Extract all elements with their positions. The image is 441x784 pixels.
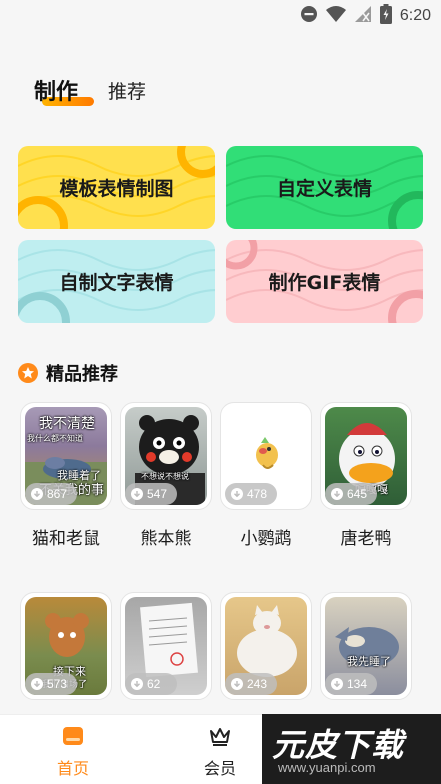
recommend-item[interactable]: 嘎嘎嘎 645 唐老鸭	[320, 402, 412, 549]
watermark: 元皮下载 www.yuanpi.com	[262, 714, 441, 784]
download-count-badge: 573	[25, 673, 77, 695]
crown-icon	[208, 728, 232, 751]
download-count: 134	[347, 677, 368, 691]
download-icon	[331, 678, 343, 690]
download-count-badge: 547	[125, 483, 177, 505]
section-header: 精品推荐	[18, 360, 118, 386]
text-meme-label: 自制文字表情	[59, 272, 174, 294]
item-name: 小鹦鹉	[240, 529, 292, 549]
item-name: 猫和老鼠	[32, 529, 100, 549]
item-thumbnail[interactable]: 62	[120, 592, 212, 700]
download-icon	[31, 678, 43, 690]
status-time: 6:20	[399, 7, 431, 24]
download-icon	[131, 678, 143, 690]
item-thumbnail[interactable]: 我先睡了 134	[320, 592, 412, 700]
item-thumbnail[interactable]: 243	[220, 592, 312, 700]
item-thumbnail[interactable]: 我不清楚 我什么都不知道 我睡着了 不关我的事 867	[20, 402, 112, 510]
meme-caption: 我不清楚	[39, 416, 95, 432]
section-title: 精品推荐	[46, 364, 118, 385]
status-bar: 6:20	[0, 0, 441, 32]
meme-caption: 我先睡了	[347, 655, 391, 668]
tab-recommend[interactable]: 推荐	[108, 77, 146, 104]
gif-meme-card[interactable]: 制作GIF表情	[226, 240, 423, 323]
item-thumbnail[interactable]: 478	[220, 402, 312, 510]
download-count: 645	[347, 487, 368, 501]
template-meme-card[interactable]: 模板表情制图	[18, 146, 215, 229]
recommend-item[interactable]: 接下来 该我们出场了 573	[20, 592, 112, 700]
custom-meme-label: 自定义表情	[276, 178, 372, 200]
download-icon	[131, 488, 143, 500]
download-icon	[31, 488, 43, 500]
download-count: 867	[47, 487, 68, 501]
tab-make-label: 制作	[34, 80, 79, 105]
template-meme-label: 模板表情制图	[59, 178, 174, 200]
download-count-badge: 62	[125, 673, 177, 695]
watermark-url: www.yuanpi.com	[278, 760, 376, 775]
item-thumbnail[interactable]: 接下来 该我们出场了 573	[20, 592, 112, 700]
download-count: 478	[247, 487, 268, 501]
top-tabs: 制作 推荐	[34, 70, 146, 110]
download-count: 573	[47, 677, 68, 691]
nav-home-label: 首页	[56, 759, 89, 778]
item-name: 唐老鸭	[340, 529, 392, 549]
meme-caption: 不想说不想说	[141, 472, 189, 481]
gif-meme-label: 制作GIF表情	[268, 272, 381, 294]
star-badge-icon	[18, 363, 38, 383]
dnd-icon	[300, 5, 318, 27]
wifi-icon	[325, 5, 346, 27]
download-count: 547	[147, 487, 168, 501]
item-name: 熊本熊	[140, 529, 192, 549]
recommend-item[interactable]: 478 小鹦鹉	[220, 402, 312, 549]
tab-make[interactable]: 制作	[34, 74, 94, 106]
download-count: 243	[247, 677, 268, 691]
download-count-badge: 867	[25, 483, 77, 505]
tab-recommend-label: 推荐	[108, 80, 147, 103]
custom-meme-card[interactable]: 自定义表情	[226, 146, 423, 229]
download-icon	[231, 678, 243, 690]
nav-home[interactable]: 首页	[33, 725, 113, 779]
signal-off-icon	[354, 5, 372, 27]
meme-caption: 我什么都不知道	[27, 434, 83, 443]
download-icon	[331, 488, 343, 500]
item-thumbnail[interactable]: 不想说不想说 547	[120, 402, 212, 510]
nav-vip-label: 会员	[203, 759, 236, 778]
recommend-item[interactable]: 我不清楚 我什么都不知道 我睡着了 不关我的事 867 猫和老鼠	[20, 402, 112, 549]
download-icon	[231, 488, 243, 500]
item-thumbnail[interactable]: 嘎嘎嘎 645	[320, 402, 412, 510]
download-count-badge: 134	[325, 673, 377, 695]
download-count-badge: 645	[325, 483, 377, 505]
recommend-item[interactable]: 不想说不想说 547 熊本熊	[120, 402, 212, 549]
nav-vip[interactable]: 会员	[180, 725, 260, 779]
text-meme-card[interactable]: 自制文字表情	[18, 240, 215, 323]
recommend-item[interactable]: 243	[220, 592, 312, 700]
status-icons: 6:20	[300, 4, 431, 28]
download-count-badge: 478	[225, 483, 277, 505]
home-icon	[61, 727, 85, 751]
battery-icon	[379, 4, 392, 28]
recommend-item[interactable]: 我先睡了 134	[320, 592, 412, 700]
download-count-badge: 243	[225, 673, 277, 695]
recommend-item[interactable]: 62	[120, 592, 212, 700]
download-count: 62	[147, 677, 161, 691]
